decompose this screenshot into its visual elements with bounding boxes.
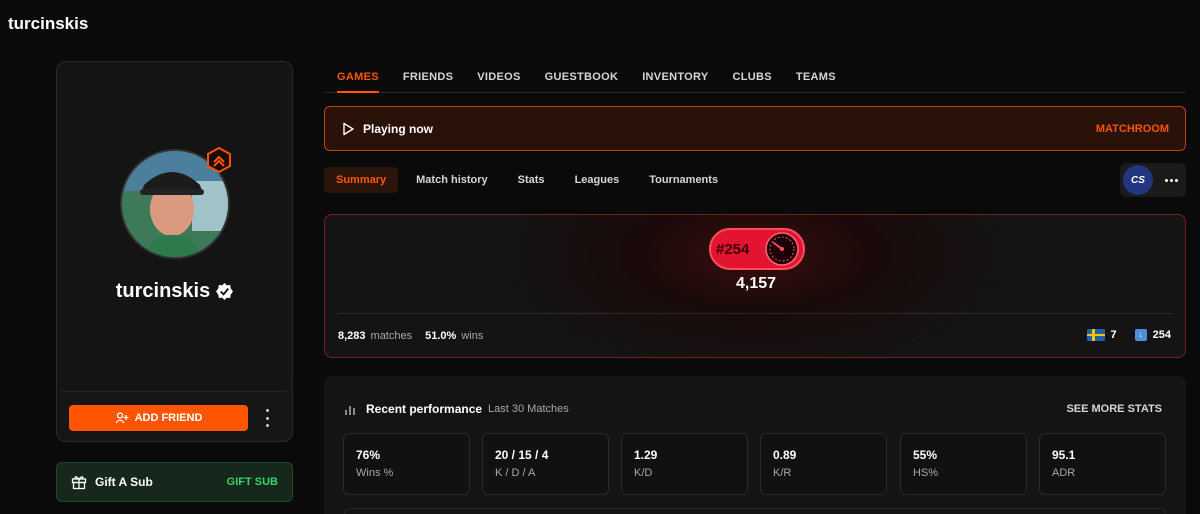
gift-label: Gift A Sub <box>95 475 153 489</box>
page-title: turcinskis <box>8 14 89 33</box>
stat-card-kda: 20 / 15 / 4 K / D / A <box>482 433 609 495</box>
tab-guestbook[interactable]: GUESTBOOK <box>533 60 631 92</box>
subtab-match-history[interactable]: Match history <box>404 167 500 193</box>
recent-performance-panel: Recent performance Last 30 Matches SEE M… <box>324 376 1186 514</box>
playing-now-label: Playing now <box>363 121 434 136</box>
stat-value: 0.89 <box>773 448 797 462</box>
elo-rank-badge: #254 <box>709 228 805 270</box>
stat-value: 1.29 <box>634 448 658 462</box>
stat-label: ADR <box>1052 467 1076 479</box>
game-logo-icon[interactable]: CS <box>1123 165 1153 195</box>
tab-friends[interactable]: FRIENDS <box>391 60 465 92</box>
ranking-info: 7 ↓ 254 <box>1086 329 1171 341</box>
level-badge-icon <box>207 147 231 173</box>
matches-label: matches <box>370 330 413 342</box>
main-tabs: GAMES FRIENDS VIDEOS GUESTBOOK INVENTORY… <box>324 60 1186 93</box>
win-rate: 51.0% <box>425 330 457 342</box>
tab-inventory[interactable]: INVENTORY <box>630 60 720 92</box>
tab-videos[interactable]: VIDEOS <box>465 60 532 92</box>
stat-label: K/R <box>773 467 792 479</box>
matchroom-link[interactable]: MATCHROOM <box>1096 123 1169 135</box>
stat-value: 55% <box>913 448 938 462</box>
subtab-stats[interactable]: Stats <box>506 167 557 193</box>
sub-tabs: Summary Match history Stats Leagues Tour… <box>324 167 730 193</box>
stat-label: K/D <box>634 467 653 479</box>
more-horizontal-icon[interactable] <box>1165 178 1178 182</box>
subtab-leagues[interactable]: Leagues <box>563 167 632 193</box>
profile-card: turcinskis ADD FRIEND <box>56 61 293 442</box>
region-icon: ↓ <box>1134 329 1147 341</box>
stat-label: Wins % <box>356 467 394 479</box>
subtab-tournaments[interactable]: Tournaments <box>637 167 730 193</box>
country-rank: 7 <box>1110 329 1117 341</box>
add-user-icon <box>115 412 129 424</box>
recent-performance-title: Recent performance <box>366 402 483 416</box>
elo-rank: #254 <box>716 240 750 258</box>
game-selector[interactable]: CS <box>1120 163 1186 197</box>
elo-summary-stats: 8,283 matches 51.0% wins <box>338 330 491 342</box>
stat-value: 76% <box>356 448 381 462</box>
profile-name: turcinskis <box>115 280 211 302</box>
stat-label: HS% <box>913 467 939 479</box>
bar-chart-icon <box>345 405 355 415</box>
play-icon <box>343 122 354 135</box>
stat-value: 20 / 15 / 4 <box>495 448 549 462</box>
elo-card: #254 4,157 8,283 matches 51.0% wins 7 ↓ … <box>324 214 1186 358</box>
sweden-flag-icon <box>1086 329 1105 341</box>
more-options-icon[interactable] <box>261 409 273 427</box>
tab-teams[interactable]: TEAMS <box>784 60 848 92</box>
subtab-summary[interactable]: Summary <box>324 167 399 193</box>
divider <box>337 313 1173 314</box>
stat-card-hs: 55% HS% <box>900 433 1027 495</box>
wins-label: wins <box>461 330 484 342</box>
gift-sub-button[interactable]: GIFT SUB <box>227 476 278 488</box>
profile-header: turcinskis <box>57 62 292 392</box>
skill-level-icon <box>765 232 799 266</box>
playing-now-banner[interactable]: Playing now MATCHROOM <box>324 106 1186 151</box>
gift-sub-banner: Gift A Sub GIFT SUB <box>56 462 293 502</box>
recent-performance-header: Recent performance Last 30 Matches <box>344 402 569 416</box>
gift-icon <box>71 476 87 490</box>
add-friend-label: ADD FRIEND <box>134 412 203 424</box>
see-more-stats-link[interactable]: SEE MORE STATS <box>1066 403 1162 415</box>
performance-chart-panel <box>344 508 1166 514</box>
stat-value: 95.1 <box>1052 448 1076 462</box>
stat-label: K / D / A <box>495 467 536 479</box>
profile-name-row: turcinskis <box>57 280 292 303</box>
avatar-container <box>120 147 231 259</box>
region-rank: 254 <box>1152 329 1171 341</box>
recent-performance-subtitle: Last 30 Matches <box>488 403 569 415</box>
verified-icon <box>216 283 234 300</box>
stat-card-kr: 0.89 K/R <box>760 433 887 495</box>
stat-card-wins: 76% Wins % <box>343 433 470 495</box>
tab-clubs[interactable]: CLUBS <box>720 60 783 92</box>
stat-card-kd: 1.29 K/D <box>621 433 748 495</box>
stat-card-adr: 95.1 ADR <box>1039 433 1166 495</box>
tab-games[interactable]: GAMES <box>324 60 391 93</box>
add-friend-button[interactable]: ADD FRIEND <box>69 405 248 431</box>
matches-count: 8,283 <box>338 330 366 342</box>
elo-points: 4,157 <box>735 275 777 292</box>
